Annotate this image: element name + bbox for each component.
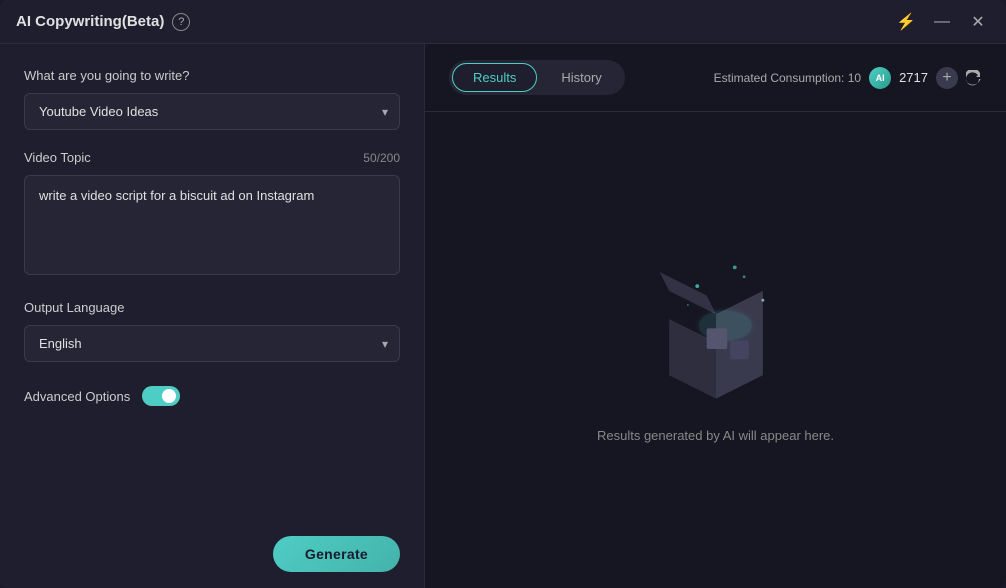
advanced-options-row: Advanced Options: [24, 386, 400, 406]
video-topic-section: Video Topic 50/200 write a video script …: [24, 150, 400, 280]
generate-btn-wrapper: Generate: [24, 516, 400, 572]
output-language-section: Output Language English Spanish French G…: [24, 300, 400, 362]
advanced-options-label: Advanced Options: [24, 389, 130, 404]
char-count: 50/200: [363, 151, 400, 165]
toggle-thumb: [162, 389, 176, 403]
generate-button[interactable]: Generate: [273, 536, 400, 572]
content-type-section: What are you going to write? Youtube Vid…: [24, 68, 400, 130]
pin-button[interactable]: ⚡: [894, 10, 918, 34]
right-panel: Results History Estimated Consumption: 1…: [425, 44, 1006, 588]
advanced-options-section: Advanced Options: [24, 382, 400, 406]
video-topic-textarea[interactable]: write a video script for a biscuit ad on…: [24, 175, 400, 275]
refresh-icon: [966, 70, 982, 86]
empty-state: Results generated by AI will appear here…: [425, 112, 1006, 588]
toggle-track: [142, 386, 180, 406]
credit-count: 2717: [899, 70, 928, 85]
refresh-button[interactable]: [966, 70, 982, 86]
video-topic-label-row: Video Topic 50/200: [24, 150, 400, 165]
output-language-wrapper: English Spanish French German Chinese ▾: [24, 325, 400, 362]
right-header: Results History Estimated Consumption: 1…: [425, 44, 1006, 112]
video-topic-label: Video Topic: [24, 150, 91, 165]
main-content: What are you going to write? Youtube Vid…: [0, 44, 1006, 588]
empty-illustration: [641, 258, 791, 408]
title-bar: AI Copywriting(Beta) ? ⚡ — ✕: [0, 0, 1006, 44]
tab-history[interactable]: History: [541, 63, 621, 92]
output-language-label: Output Language: [24, 300, 400, 315]
advanced-toggle[interactable]: [142, 386, 180, 406]
add-credits-button[interactable]: +: [936, 67, 958, 89]
app-title: AI Copywriting(Beta): [16, 13, 164, 30]
consumption-label: Estimated Consumption: 10: [714, 71, 861, 85]
tab-group: Results History: [449, 60, 625, 95]
content-type-wrapper: Youtube Video Ideas Blog Post Email Ad C…: [24, 93, 400, 130]
empty-state-text: Results generated by AI will appear here…: [597, 428, 834, 443]
app-window: AI Copywriting(Beta) ? ⚡ — ✕ What are yo…: [0, 0, 1006, 588]
content-type-select[interactable]: Youtube Video Ideas Blog Post Email Ad C…: [24, 93, 400, 130]
close-button[interactable]: ✕: [966, 10, 990, 34]
output-language-select[interactable]: English Spanish French German Chinese: [24, 325, 400, 362]
ai-badge: AI: [869, 67, 891, 89]
title-bar-left: AI Copywriting(Beta) ?: [16, 13, 190, 31]
content-type-label: What are you going to write?: [24, 68, 400, 83]
title-bar-controls: ⚡ — ✕: [894, 10, 990, 34]
help-icon[interactable]: ?: [172, 13, 190, 31]
tab-results[interactable]: Results: [452, 63, 537, 92]
consumption-info: Estimated Consumption: 10 AI 2717 +: [714, 67, 982, 89]
left-panel: What are you going to write? Youtube Vid…: [0, 44, 425, 588]
minimize-button[interactable]: —: [930, 10, 954, 34]
